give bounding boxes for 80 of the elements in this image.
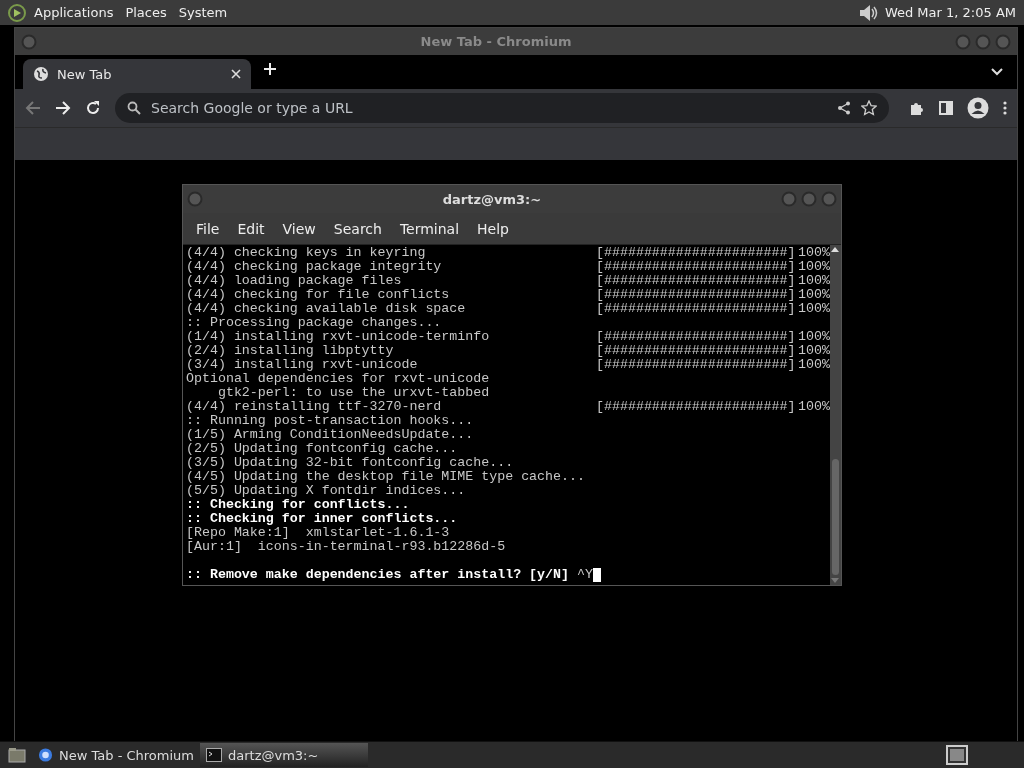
puzzle-icon[interactable]: [909, 100, 925, 116]
address-bar[interactable]: Search Google or type a URL: [115, 93, 889, 123]
menu-item[interactable]: File: [187, 220, 229, 237]
taskbar-item[interactable]: New Tab - Chromium: [32, 743, 200, 767]
menu-item[interactable]: View: [273, 220, 325, 237]
terminal-line: :: Processing package changes...: [186, 316, 442, 330]
terminal-line: (4/4) checking package integrity: [186, 260, 443, 274]
percent-text: 100%: [798, 288, 830, 302]
percent-text: 100%: [798, 246, 830, 260]
search-icon: [127, 101, 141, 115]
typed-text: ^Y: [577, 568, 593, 582]
terminal-line: (1/5) Arming ConditionNeedsUpdate...: [186, 428, 474, 442]
terminal-line: (4/4) loading package files: [186, 274, 403, 288]
terminal-line: (4/4) checking keys in keyring: [186, 246, 427, 260]
terminal-line: (3/5) Updating 32-bit fontconfig cache...: [186, 456, 514, 470]
terminal-line: (4/5) Updating the desktop file MIME type cache...: [186, 470, 585, 484]
terminal-line: (4/4) checking for file conflicts: [186, 288, 451, 302]
menu-item[interactable]: Help: [468, 220, 518, 237]
clock[interactable]: Wed Mar 1, 2:05 AM: [884, 5, 1016, 20]
close-icon[interactable]: [231, 69, 241, 79]
chevron-down-icon[interactable]: [991, 68, 1003, 76]
terminal-line: :: Running post-transaction hooks...: [186, 414, 474, 428]
progress-text: [#######################]: [596, 288, 796, 302]
panel-menu[interactable]: Applications: [28, 5, 120, 20]
terminal-line: (3/4) installing rxvt-unicode: [186, 358, 419, 372]
reload-icon[interactable]: [85, 100, 101, 116]
terminal-line: (1/4) installing rxvt-unicode-terminfo: [186, 330, 491, 344]
star-icon[interactable]: [861, 100, 877, 116]
panel-menu[interactable]: Places: [119, 5, 173, 20]
menu-item[interactable]: Search: [324, 220, 391, 237]
profile-icon[interactable]: [967, 97, 989, 119]
side-panel-icon[interactable]: [939, 101, 953, 115]
terminal-line: gtk2-perl: to use the urxvt-tabbed: [216, 386, 490, 400]
terminal-line: :: Checking for inner conflicts...: [186, 512, 458, 526]
progress-text: [#######################]: [596, 358, 796, 372]
menu-item[interactable]: Terminal: [390, 220, 469, 237]
percent-text: 100%: [798, 260, 830, 274]
percent-text: 100%: [798, 274, 830, 288]
forward-icon[interactable]: [55, 100, 71, 116]
terminal-line: (4/4) checking available disk space: [186, 302, 467, 316]
new-tab-icon[interactable]: [263, 62, 277, 76]
window-title: New Tab - Chromium: [419, 34, 573, 49]
percent-text: 100%: [798, 400, 830, 414]
progress-text: [#######################]: [596, 246, 796, 260]
menu-logo-icon[interactable]: [6, 2, 28, 23]
globe-icon: [33, 66, 49, 82]
workspace-switcher-icon[interactable]: [946, 745, 968, 765]
terminal-line: (2/4) installing libptytty: [186, 344, 395, 358]
browser-tab[interactable]: New Tab: [23, 59, 251, 89]
more-menu-icon[interactable]: [1003, 101, 1007, 115]
percent-text: 100%: [798, 330, 830, 344]
percent-text: 100%: [798, 358, 830, 372]
scrollbar-thumb[interactable]: [831, 459, 839, 575]
progress-text: [#######################]: [596, 330, 796, 344]
percent-text: 100%: [798, 344, 830, 358]
terminal-prompt: :: Remove make dependencies after install? [y/N]: [186, 568, 569, 582]
text-cursor: [592, 568, 601, 582]
terminal-line: (2/5) Updating fontconfig cache...: [186, 442, 458, 456]
panel-menu[interactable]: System: [172, 5, 234, 20]
progress-text: [#######################]: [596, 260, 796, 274]
terminal-line: :: Checking for conflicts...: [186, 498, 410, 512]
back-icon[interactable]: [25, 100, 41, 116]
terminal-line: (4/4) reinstalling ttf-3270-nerd: [186, 400, 443, 414]
progress-text: [#######################]: [596, 344, 796, 358]
menu-item[interactable]: Edit: [228, 220, 274, 237]
progress-text: [#######################]: [596, 302, 796, 316]
globe-icon: [38, 747, 54, 763]
progress-text: [#######################]: [596, 400, 796, 414]
taskbar-item[interactable]: dartz@vm3:~: [200, 743, 368, 767]
terminal-line: (5/5) Updating X fontdir indices...: [186, 484, 466, 498]
show-desktop-icon[interactable]: [8, 747, 26, 763]
progress-text: [#######################]: [596, 274, 796, 288]
window-title: dartz@vm3:~: [441, 191, 543, 207]
terminal-line: [Repo Make:1] xmlstarlet-1.6.1-3: [186, 526, 450, 540]
percent-text: 100%: [798, 302, 830, 316]
share-icon[interactable]: [837, 101, 851, 115]
terminal-line: [Aur:1] icons-in-terminal-r93.b12286d-5: [186, 540, 506, 554]
scrollbar[interactable]: [829, 245, 841, 585]
terminal-icon: [206, 748, 222, 762]
terminal-line: Optional dependencies for rxvt-unicode: [186, 372, 490, 386]
